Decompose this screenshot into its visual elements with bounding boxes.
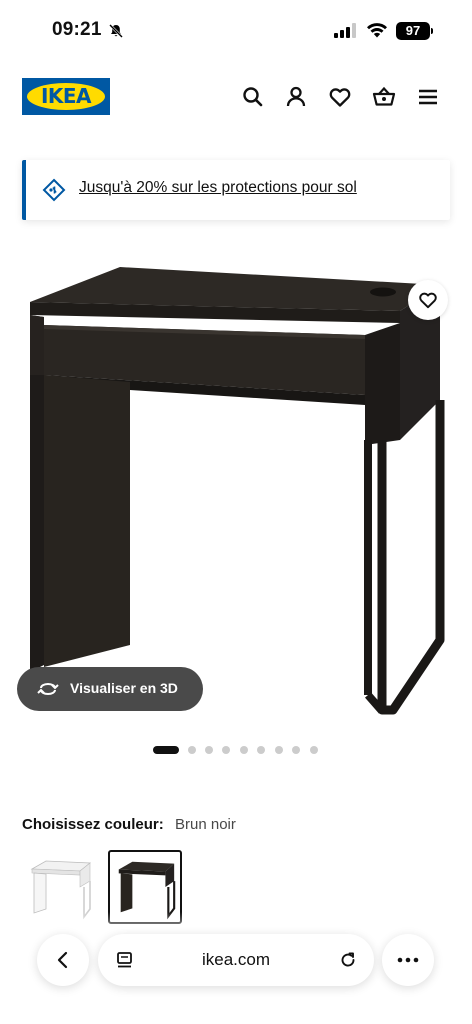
color-chooser-label: Choisissez couleur:	[22, 816, 164, 833]
view-in-3d-label: Visualiser en 3D	[70, 680, 178, 696]
chevron-left-icon	[57, 951, 68, 969]
more-dots-icon	[397, 957, 419, 963]
address-bar[interactable]: ikea.com	[98, 934, 374, 986]
promo-link[interactable]: Jusqu'à 20% sur les protections pour sol	[79, 179, 357, 197]
carousel-dot[interactable]	[275, 746, 283, 754]
selected-color-value: Brun noir	[175, 816, 236, 833]
view-in-3d-button[interactable]: Visualiser en 3D	[17, 667, 203, 711]
battery-tip	[431, 28, 433, 34]
wifi-icon	[367, 23, 387, 38]
ikea-logo[interactable]: IKEA	[22, 78, 110, 115]
carousel-dot[interactable]	[222, 746, 230, 754]
image-carousel-dots[interactable]	[153, 745, 323, 755]
search-icon[interactable]	[240, 84, 266, 110]
product-image-desk[interactable]	[0, 235, 472, 735]
rotate-3d-icon	[37, 683, 59, 695]
promo-banner[interactable]: Jusqu'à 20% sur les protections pour sol	[22, 160, 450, 220]
basket-icon[interactable]	[371, 84, 397, 110]
browser-back-button[interactable]	[37, 934, 89, 986]
carousel-dot[interactable]	[292, 746, 300, 754]
carousel-dot[interactable]	[240, 746, 248, 754]
carousel-dot[interactable]	[205, 746, 213, 754]
heart-icon[interactable]	[327, 84, 353, 110]
carousel-dot[interactable]	[153, 746, 179, 754]
url-text[interactable]: ikea.com	[98, 950, 374, 970]
user-icon[interactable]	[283, 84, 309, 110]
menu-icon[interactable]	[415, 84, 441, 110]
cellular-signal-icon	[334, 23, 356, 38]
add-to-favourites-button[interactable]	[408, 280, 448, 320]
carousel-dot[interactable]	[257, 746, 265, 754]
status-time: 09:21	[52, 19, 102, 40]
price-tag-icon	[42, 178, 66, 202]
browser-more-button[interactable]	[382, 934, 434, 986]
reload-icon[interactable]	[338, 950, 358, 970]
battery-indicator: 97	[396, 22, 430, 40]
heart-icon	[419, 292, 437, 309]
logo-text: IKEA	[40, 84, 92, 108]
bell-off-icon	[109, 24, 123, 38]
carousel-dot[interactable]	[188, 746, 196, 754]
carousel-dot[interactable]	[310, 746, 318, 754]
